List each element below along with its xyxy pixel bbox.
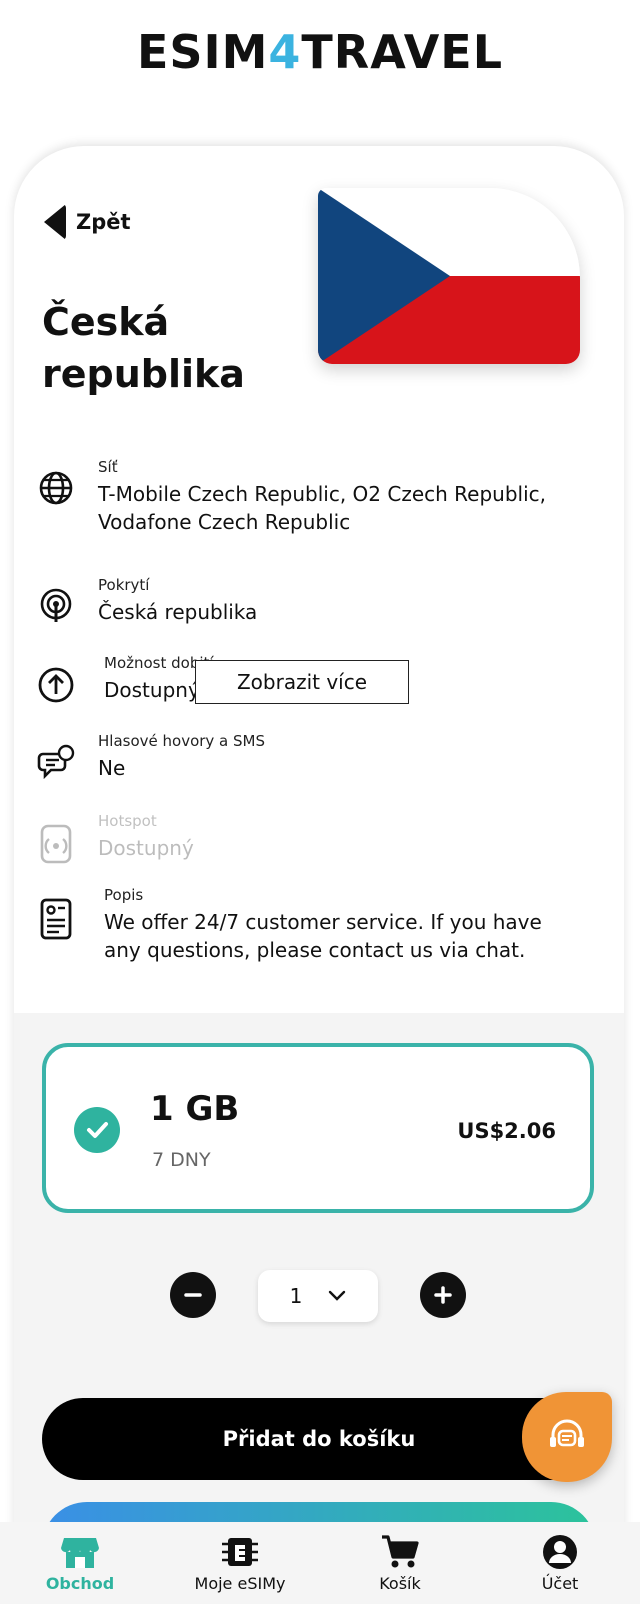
minus-icon [184,1293,202,1297]
detail-description: Popis We offer 24/7 customer service. If… [28,884,588,964]
shop-icon [61,1538,99,1568]
esim-chip-icon [222,1538,258,1566]
flag-svg [318,188,580,364]
back-arrow-icon [44,204,66,240]
hotspot-icon [40,824,72,864]
globe-icon [39,471,73,505]
detail-label: Síť [98,458,118,476]
detail-value: T-Mobile Czech Republic, O2 Czech Republ… [98,482,547,534]
check-icon [74,1107,120,1153]
phone-chat-icon [37,744,75,780]
plan-duration: 7 DNY [152,1149,211,1171]
nav-label-my-esims: Moje eSIMy [194,1574,286,1593]
brand-logo: ESIM4TRAVEL [0,22,640,82]
coverage-antenna-icon [40,588,72,622]
back-label: Zpět [76,210,131,234]
account-icon [543,1535,577,1569]
quantity-increase-button[interactable] [420,1272,466,1318]
nav-label-account: Účet [541,1574,579,1593]
detail-label: Hotspot [98,812,157,830]
detail-voice-sms: Hlasové hovory a SMS Ne [28,730,588,782]
nav-item-account[interactable]: Účet [480,1522,640,1604]
nav-item-my-esims[interactable]: Moje eSIMy [160,1522,320,1604]
nav-item-shop[interactable]: Obchod [0,1522,160,1604]
show-more-button[interactable]: Zobrazit více [195,660,409,704]
quantity-value: 1 [289,1284,303,1308]
description-document-icon [40,898,72,940]
headset-chat-icon [550,1419,584,1447]
detail-hotspot: Hotspot Dostupný [28,810,588,864]
quantity-select[interactable]: 1 [258,1270,378,1322]
detail-label: Popis [104,886,144,904]
detail-network: Síť T-Mobile Czech Republic, O2 Czech Re… [28,456,588,536]
plus-icon [434,1286,452,1304]
detail-label: Hlasové hovory a SMS [98,732,265,750]
chevron-down-icon [329,1290,346,1301]
quantity-decrease-button[interactable] [170,1272,216,1318]
nav-label-cart: Košík [379,1574,421,1593]
topup-arrow-icon [38,667,74,703]
nav-label-shop: Obchod [45,1574,115,1593]
czech-flag-image [318,188,580,364]
plan-data-size: 1 GB [150,1089,240,1129]
detail-label: Pokrytí [98,576,150,594]
logo-text-four: 4 [268,25,302,79]
nav-item-cart[interactable]: Košík [320,1522,480,1604]
support-chat-button[interactable] [522,1392,612,1482]
plan-option-card[interactable]: 1 GB 7 DNY US$2.06 [42,1043,594,1213]
detail-value: Česká republika [98,600,258,624]
detail-value: Dostupný [98,836,194,860]
cart-icon [382,1535,419,1568]
logo-text-esim: ESIM [136,25,269,79]
logo-text-travel: TRAVEL [301,25,504,79]
detail-value: Ne [98,756,126,780]
add-to-cart-button[interactable]: Přidat do košíku [42,1398,596,1480]
detail-coverage: Pokrytí Česká republika [28,574,588,626]
back-button[interactable]: Zpět [44,204,131,240]
bottom-navigation: Obchod Moje eSIMy Košík Účet [0,1522,640,1604]
detail-value: We offer 24/7 customer service. If you h… [104,910,542,962]
plan-price: US$2.06 [457,1119,556,1143]
page-title: Česká republika [42,300,245,396]
